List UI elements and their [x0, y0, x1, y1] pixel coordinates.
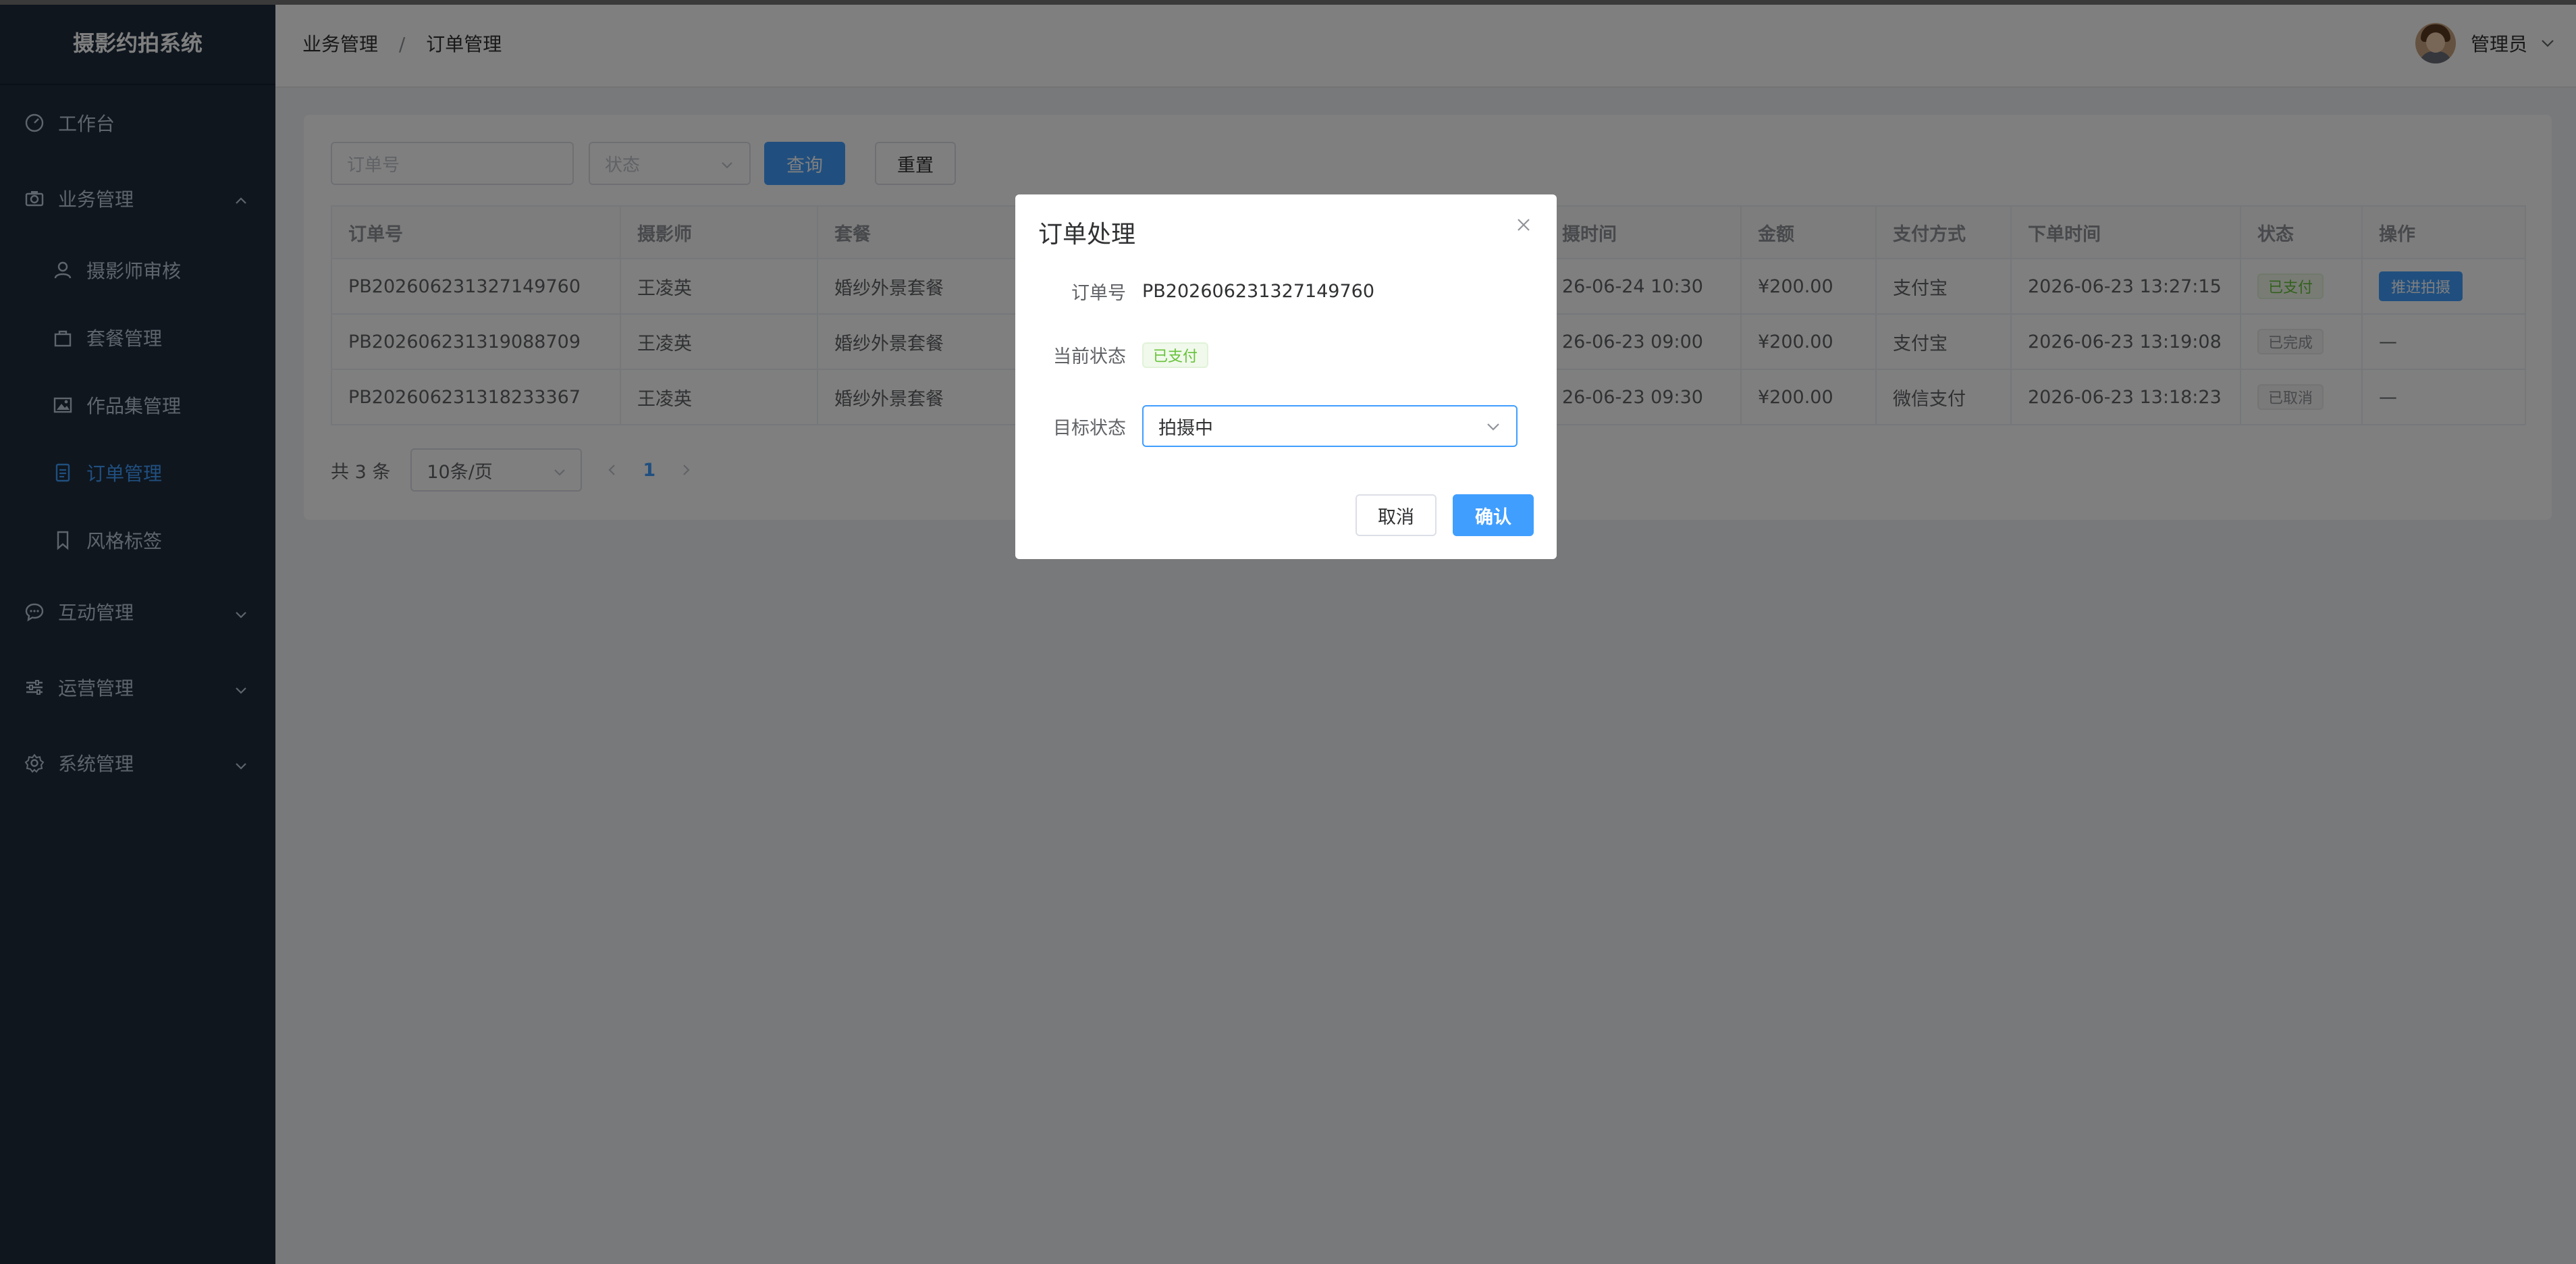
chevron-down-icon — [1485, 419, 1501, 435]
target-status-select[interactable]: 拍摄中 — [1142, 405, 1518, 447]
current-status-badge: 已支付 — [1142, 342, 1209, 368]
target-status-label: 目标状态 — [1053, 417, 1126, 439]
close-icon[interactable] — [1513, 215, 1534, 235]
confirm-button[interactable]: 确认 — [1453, 494, 1534, 536]
modal-overlay[interactable] — [0, 0, 2576, 1264]
current-status-label: 当前状态 — [1053, 346, 1126, 367]
form-row-current-status: 当前状态 已支付 — [1015, 342, 1557, 368]
order-no-label: 订单号 — [1071, 283, 1126, 304]
window-top-border — [0, 0, 2576, 5]
target-status-value: 拍摄中 — [1158, 417, 1213, 439]
form-row-target-status: 目标状态 拍摄中 — [1015, 405, 1557, 447]
dialog-title: 订单处理 — [1038, 221, 1136, 248]
order-process-dialog: 订单处理 订单号 PB202606231327149760 当前状态 已支付 目… — [1015, 194, 1557, 559]
cancel-button[interactable]: 取消 — [1356, 494, 1437, 536]
order-no-value: PB202606231327149760 — [1142, 281, 1375, 302]
form-row-order-no: 订单号 PB202606231327149760 — [1015, 278, 1557, 305]
